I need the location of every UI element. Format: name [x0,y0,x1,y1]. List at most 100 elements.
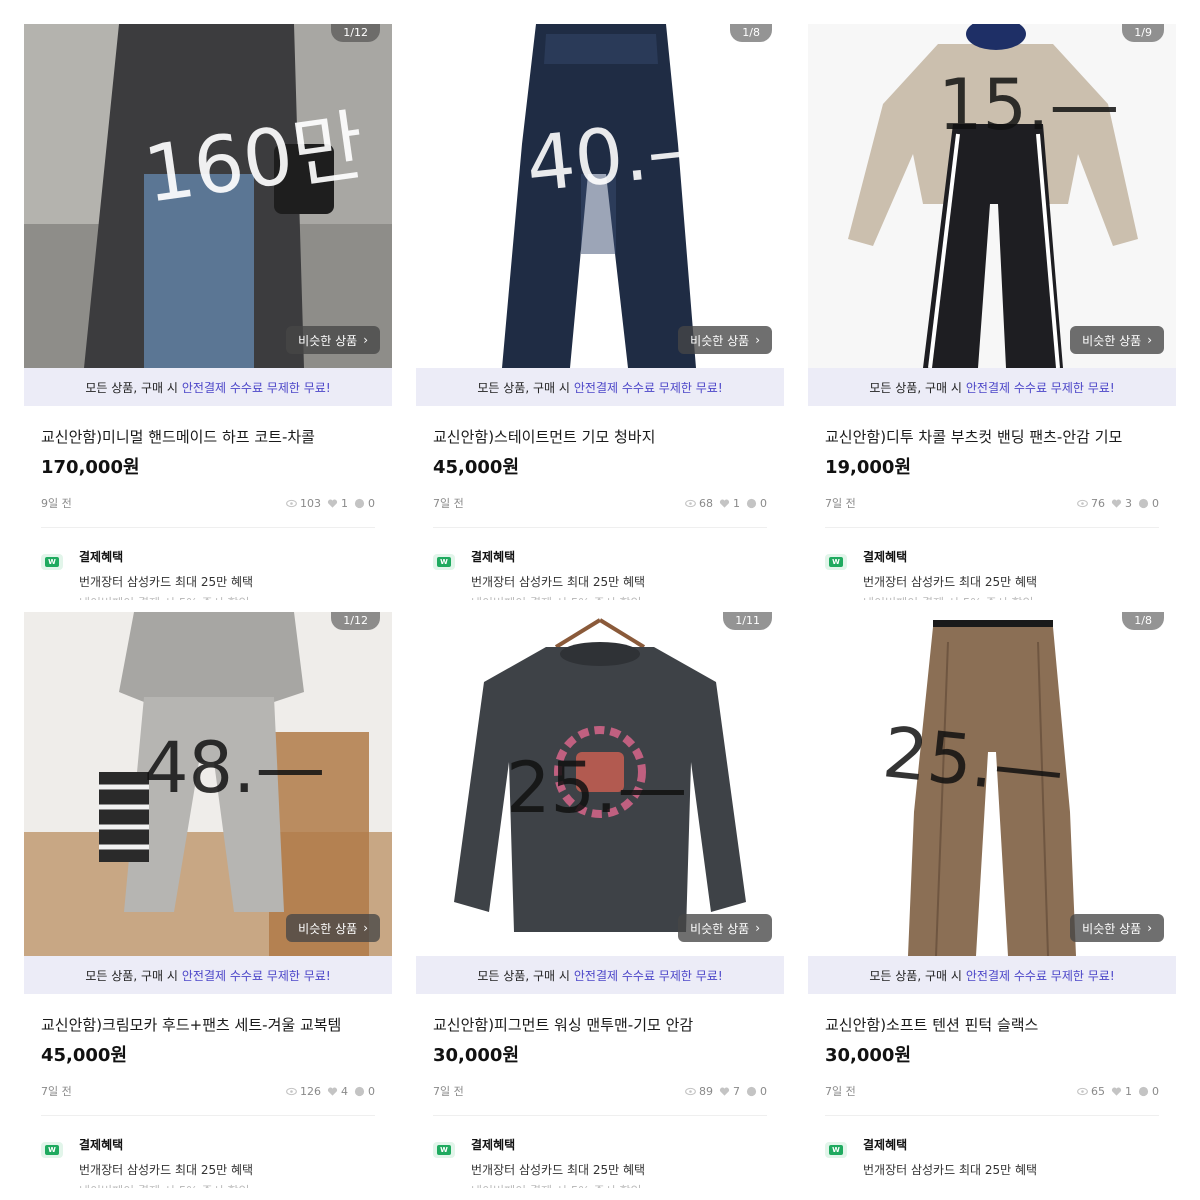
product-stats: 126 4 0 [286,1085,375,1098]
chats-count: 0 [368,1084,375,1098]
pay-badge-icon: W [825,1142,847,1158]
similar-products-button[interactable]: 비슷한 상품 › [1070,914,1164,942]
benefit-truncated-line: 네이버페이 결제 시 5% 즉시 할인 [471,594,645,600]
similar-products-button[interactable]: 비슷한 상품 › [1070,326,1164,354]
similar-products-button[interactable]: 비슷한 상품 › [678,914,772,942]
payment-benefit[interactable]: W 결제혜택 번개장터 삼성카드 최대 25만 혜택 네이버페이 결제 시 5%… [41,548,392,608]
heart-icon [327,499,338,508]
likes-count: 7 [733,1084,740,1098]
banner-text: 모든 상품, 구매 시 [869,380,962,395]
product-meta: 7일 전 68 1 0 [433,495,767,511]
divider [433,1115,767,1116]
product-card[interactable]: 40.— 1/8 비슷한 상품 › 모든 상품, 구매 시 안전결제 수수료 무제한… [416,24,784,608]
views-stat: 65 [1077,1085,1105,1098]
pay-badge-icon: W [41,1142,63,1158]
similar-products-button[interactable]: 비슷한 상품 › [286,326,380,354]
views-count: 126 [300,1084,321,1098]
views-count: 68 [699,496,713,510]
handwritten-price-overlay: 48.— [144,727,325,809]
chats-stat: 0 [354,1085,375,1098]
product-meta: 7일 전 65 1 0 [825,1083,1159,1099]
chevron-right-icon: › [1147,921,1152,935]
benefit-truncated-line: 네이버페이 결제 시 5% 즉시 할인 [79,1182,253,1188]
banner-highlight: 안전결제 수수료 무제한 무료! [965,968,1115,983]
similar-products-label: 비슷한 상품 [298,333,358,348]
safe-payment-banner: 모든 상품, 구매 시 안전결제 수수료 무제한 무료! [808,956,1176,994]
views-stat: 76 [1077,497,1105,510]
likes-stat: 7 [719,1085,740,1098]
similar-products-button[interactable]: 비슷한 상품 › [286,914,380,942]
product-card[interactable]: 25.— 1/11 비슷한 상품 › 모든 상품, 구매 시 안전결제 수수료 무제… [416,612,784,1196]
product-title[interactable]: 교신안함)크림모카 후드+팬츠 세트-겨울 교복템 [41,1014,392,1035]
product-card[interactable]: 160만 1/12 비슷한 상품 › 모든 상품, 구매 시 안전결제 수수료 무제… [24,24,392,608]
views-count: 89 [699,1084,713,1098]
chats-stat: 0 [746,1085,767,1098]
similar-products-button[interactable]: 비슷한 상품 › [678,326,772,354]
chat-icon [1138,498,1149,508]
eye-icon [1077,1087,1088,1095]
payment-benefit[interactable]: W 결제혜택 번개장터 삼성카드 최대 25만 혜택 네이버페이 결제 시 5%… [825,548,1176,608]
product-photo[interactable]: 160만 1/12 비슷한 상품 › [24,24,392,368]
pay-badge-icon: W [41,554,63,570]
product-price: 19,000원 [825,457,912,478]
eye-icon [685,499,696,507]
views-count: 76 [1091,496,1105,510]
safe-payment-banner: 모든 상품, 구매 시 안전결제 수수료 무제한 무료! [24,368,392,406]
chevron-right-icon: › [755,921,760,935]
product-photo[interactable]: 25.— 1/8 비슷한 상품 › [808,612,1176,956]
eye-icon [286,1087,297,1095]
payment-benefit[interactable]: W 결제혜택 번개장터 삼성카드 최대 25만 혜택 네이버페이 결제 시 5%… [433,1136,784,1196]
banner-text: 모든 상품, 구매 시 [477,380,570,395]
slacks-photo-image: 25.— [808,612,1176,956]
divider [825,527,1159,528]
image-counter: 1/8 [1122,612,1164,630]
hoodie-set-photo-image: 48.— [24,612,392,956]
views-stat: 89 [685,1085,713,1098]
handwritten-price-overlay: 15.— [938,64,1119,146]
product-title[interactable]: 교신안함)소프트 텐션 핀턱 슬랙스 [825,1014,1176,1035]
safe-payment-banner: 모든 상품, 구매 시 안전결제 수수료 무제한 무료! [808,368,1176,406]
eye-icon [1077,499,1088,507]
handwritten-price-overlay: 25.— [506,747,687,829]
product-card[interactable]: 25.— 1/8 비슷한 상품 › 모든 상품, 구매 시 안전결제 수수료 무제한… [808,612,1176,1196]
product-title[interactable]: 교신안함)스테이트먼트 기모 청바지 [433,426,784,447]
image-counter: 1/12 [331,612,380,630]
product-photo[interactable]: 25.— 1/11 비슷한 상품 › [416,612,784,956]
payment-benefit[interactable]: W 결제혜택 번개장터 삼성카드 최대 25만 혜택 네이버페이 결제 시 5%… [433,548,784,608]
product-photo[interactable]: 40.— 1/8 비슷한 상품 › [416,24,784,368]
views-count: 103 [300,496,321,510]
similar-products-label: 비슷한 상품 [1082,921,1142,936]
benefit-heading: 결제혜택 [863,1138,908,1152]
payment-benefit[interactable]: W 결제혜택 번개장터 삼성카드 최대 25만 혜택 네이버페이 결제 시 5%… [41,1136,392,1196]
chat-icon [746,498,757,508]
benefit-heading: 결제혜택 [471,1138,516,1152]
product-title[interactable]: 교신안함)디투 차콜 부츠컷 밴딩 팬츠-안감 기모 [825,426,1176,447]
chats-stat: 0 [1138,497,1159,510]
heart-icon [1111,1087,1122,1096]
benefit-truncated-line: 네이버페이 결제 시 5% 즉시 할인 [863,594,1037,600]
divider [41,527,375,528]
views-count: 65 [1091,1084,1105,1098]
safe-payment-banner: 모든 상품, 구매 시 안전결제 수수료 무제한 무료! [416,368,784,406]
product-photo[interactable]: 48.— 1/12 비슷한 상품 › [24,612,392,956]
payment-benefit[interactable]: W 결제혜택 번개장터 삼성카드 최대 25만 혜택 [825,1136,1176,1196]
benefit-description: 번개장터 삼성카드 최대 25만 혜택 [471,1163,646,1177]
product-photo[interactable]: 15.— 1/9 비슷한 상품 › [808,24,1176,368]
product-meta: 7일 전 126 4 0 [41,1083,375,1099]
product-card[interactable]: 15.— 1/9 비슷한 상품 › 모든 상품, 구매 시 안전결제 수수료 무제한… [808,24,1176,608]
product-title[interactable]: 교신안함)미니멀 핸드메이드 하프 코트-차콜 [41,426,392,447]
similar-products-label: 비슷한 상품 [690,333,750,348]
product-meta: 9일 전 103 1 0 [41,495,375,511]
banner-highlight: 안전결제 수수료 무제한 무료! [573,968,723,983]
coat-photo-image: 160만 [24,24,392,368]
benefit-truncated-line [863,1182,1037,1188]
product-title[interactable]: 교신안함)피그먼트 워싱 맨투맨-기모 안감 [433,1014,784,1035]
benefit-heading: 결제혜택 [471,550,516,564]
likes-count: 4 [341,1084,348,1098]
chat-icon [354,498,365,508]
chevron-right-icon: › [363,921,368,935]
chat-icon [1138,1086,1149,1096]
image-counter: 1/9 [1122,24,1164,42]
product-card[interactable]: 48.— 1/12 비슷한 상품 › 모든 상품, 구매 시 안전결제 수수료 무제… [24,612,392,1196]
pants-set-photo-image: 15.— [808,24,1176,368]
